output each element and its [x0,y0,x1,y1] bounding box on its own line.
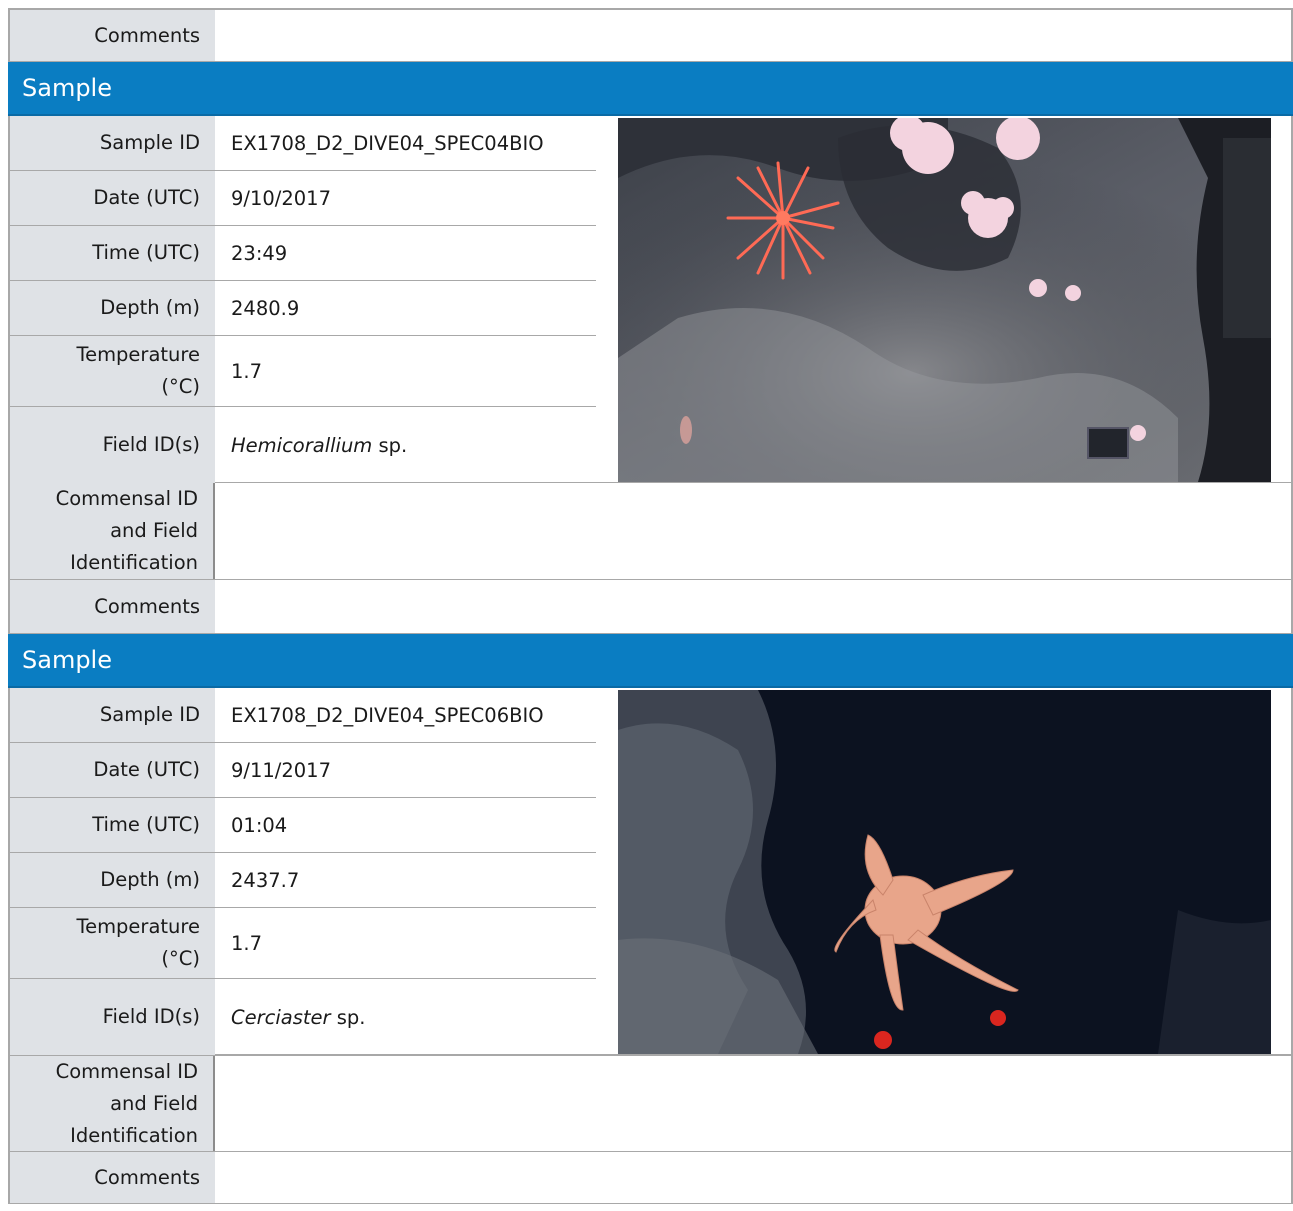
date-value: 9/10/2017 [231,186,331,210]
sample-section-header: Sample [8,634,1293,688]
field-id-value: Cerciaster sp. [215,979,596,1055]
field-id-row: Field ID(s) Cerciaster sp. [10,979,596,1055]
field-id-suffix: sp. [372,433,408,457]
temperature-label: Temperature (°C) [10,336,215,406]
commensal-row: Commensal ID and Field Identification [8,1055,1293,1152]
comments-label: Comments [10,1152,215,1203]
sample-id-label: Sample ID [10,116,215,170]
date-label: Date (UTC) [10,171,215,225]
date-label: Date (UTC) [10,743,215,797]
field-id-row: Field ID(s) Hemicorallium sp. [10,407,596,483]
temperature-value: 1.7 [231,359,263,383]
commensal-row: Commensal ID and Field Identification [8,483,1293,580]
commensal-label: Commensal ID and Field Identification [10,483,215,579]
time-value: 01:04 [231,813,288,837]
temperature-row: Temperature (°C) 1.7 [10,908,596,979]
time-row: Time (UTC) 23:49 [10,226,596,281]
section-title: Sample [22,646,112,674]
time-row: Time (UTC) 01:04 [10,798,596,853]
temperature-label: Temperature (°C) [10,908,215,978]
sample-photo [618,690,1271,1054]
sample-section-header: Sample [8,62,1293,116]
field-id-label: Field ID(s) [10,979,215,1055]
section-title: Sample [22,74,112,102]
depth-row: Depth (m) 2480.9 [10,281,596,336]
date-value: 9/11/2017 [231,758,331,782]
sample-id-value: EX1708_D2_DIVE04_SPEC06BIO [231,703,544,727]
time-value: 23:49 [231,241,288,265]
depth-value: 2437.7 [231,868,300,892]
comments-row: Comments [8,1152,1293,1204]
date-row: Date (UTC) 9/10/2017 [10,171,596,226]
depth-row: Depth (m) 2437.7 [10,853,596,908]
comments-row: Comments [8,580,1293,634]
sample-report: Comments Sample Sample ID EX1708_D2_DIVE… [8,8,1293,1204]
sample-id-value: EX1708_D2_DIVE04_SPEC04BIO [231,131,544,155]
time-label: Time (UTC) [10,798,215,852]
sample-id-row: Sample ID EX1708_D2_DIVE04_SPEC06BIO [10,688,596,743]
sample-id-row: Sample ID EX1708_D2_DIVE04_SPEC04BIO [10,116,596,171]
time-label: Time (UTC) [10,226,215,280]
sample-id-label: Sample ID [10,688,215,742]
sample-photo [618,118,1271,482]
depth-label: Depth (m) [10,281,215,335]
sample-1-details: Sample ID EX1708_D2_DIVE04_SPEC04BIO Dat… [8,116,1293,483]
comments-row: Comments [8,8,1293,62]
comments-label: Comments [10,10,215,61]
commensal-label: Commensal ID and Field Identification [10,1056,215,1151]
field-id-label: Field ID(s) [10,407,215,483]
field-id-genus: Cerciaster [231,1005,331,1029]
depth-value: 2480.9 [231,296,300,320]
field-id-suffix: sp. [330,1005,366,1029]
comments-label: Comments [10,580,215,633]
field-id-value: Hemicorallium sp. [215,407,596,483]
sample-2-details: Sample ID EX1708_D2_DIVE04_SPEC06BIO Dat… [8,688,1293,1055]
depth-label: Depth (m) [10,853,215,907]
field-id-genus: Hemicorallium [231,433,373,457]
date-row: Date (UTC) 9/11/2017 [10,743,596,798]
temperature-row: Temperature (°C) 1.7 [10,336,596,407]
temperature-value: 1.7 [231,931,263,955]
